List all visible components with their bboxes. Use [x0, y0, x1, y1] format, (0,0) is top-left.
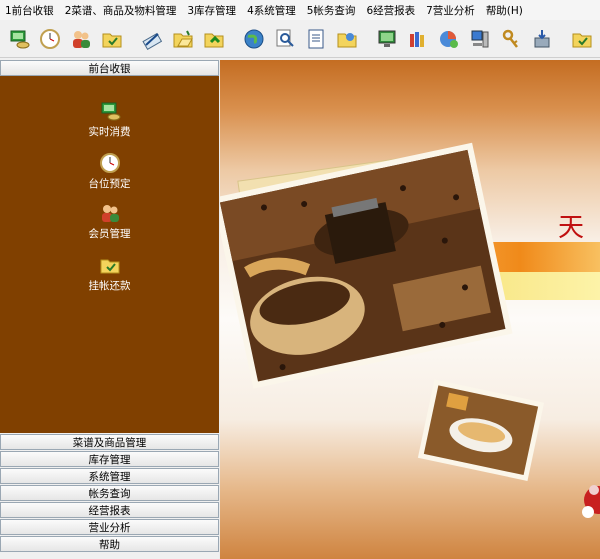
folder-check-icon [100, 259, 119, 274]
install-icon[interactable] [531, 27, 553, 51]
main-banner-area: 天 [220, 60, 600, 559]
monitor-icon[interactable] [376, 27, 398, 51]
chart-icon[interactable] [438, 27, 460, 51]
clock-icon [99, 153, 120, 173]
menu-system[interactable]: 4系统管理 [242, 3, 302, 18]
folder-blue-icon[interactable] [336, 27, 358, 51]
panel-item-label: 台位预定 [88, 178, 131, 190]
computer-icon[interactable] [469, 27, 491, 51]
globe-icon[interactable] [243, 27, 265, 51]
panel-header-system[interactable]: 系统管理 [0, 468, 219, 484]
document-icon[interactable] [305, 27, 327, 51]
members-icon [101, 205, 119, 222]
navigation-panel: 前台收银 实时消费 台位预定 会员管理 挂帐还款 菜谱及商品管理 库存管理 系统… [0, 60, 219, 559]
folder-open-icon[interactable] [172, 27, 194, 51]
cashier-icon [101, 102, 120, 121]
panel-header-help[interactable]: 帮助 [0, 536, 219, 552]
key-icon[interactable] [500, 27, 522, 51]
panel-item-label: 会员管理 [88, 228, 131, 240]
panel-header-reports[interactable]: 经营报表 [0, 502, 219, 518]
members-icon[interactable] [70, 27, 92, 51]
menu-reports[interactable]: 6经营报表 [361, 3, 421, 18]
menu-recipes[interactable]: 2菜谱、商品及物料管理 [60, 3, 183, 18]
flower-decoration [582, 485, 600, 518]
panel-header-analysis[interactable]: 营业分析 [0, 519, 219, 535]
cashier-icon[interactable] [8, 27, 30, 51]
menu-help[interactable]: 帮助(H) [481, 3, 529, 18]
panel-header-front-cashier[interactable]: 前台收银 [0, 60, 219, 76]
clock-icon[interactable] [39, 27, 61, 51]
search-icon[interactable] [274, 27, 296, 51]
toolbar [0, 20, 600, 58]
menu-front-cashier[interactable]: 1前台收银 [0, 3, 60, 18]
banner-title: 天 [558, 213, 584, 243]
menu-inventory[interactable]: 3库存管理 [182, 3, 242, 18]
panel-header-recipes[interactable]: 菜谱及商品管理 [0, 434, 219, 450]
menu-bar: 1前台收银 2菜谱、商品及物料管理 3库存管理 4系统管理 5帐务查询 6经营报… [0, 0, 600, 20]
menu-analysis[interactable]: 7营业分析 [421, 3, 481, 18]
banner-artwork: 天 [220, 142, 600, 518]
menu-accounts[interactable]: 5帐务查询 [302, 3, 362, 18]
panel-item-label: 挂帐还款 [88, 280, 131, 292]
coffee-cup-photo [417, 379, 545, 481]
panel-header-inventory[interactable]: 库存管理 [0, 451, 219, 467]
edit-icon[interactable] [141, 27, 163, 51]
panel-item-label: 实时消费 [88, 126, 131, 138]
books-icon[interactable] [407, 27, 429, 51]
folder-yellow-icon[interactable] [571, 27, 593, 51]
panel-item-member-management[interactable]: 会员管理 [0, 202, 219, 241]
folder-check-icon[interactable] [101, 27, 123, 51]
panel-item-realtime-consumption[interactable]: 实时消费 [0, 100, 219, 139]
panel-header-accounts[interactable]: 帐务查询 [0, 485, 219, 501]
folder-green-icon[interactable] [203, 27, 225, 51]
panel-item-credit-repayment[interactable]: 挂帐还款 [0, 254, 219, 293]
panel-body: 实时消费 台位预定 会员管理 挂帐还款 [0, 76, 219, 433]
panel-item-table-reservation[interactable]: 台位预定 [0, 152, 219, 191]
